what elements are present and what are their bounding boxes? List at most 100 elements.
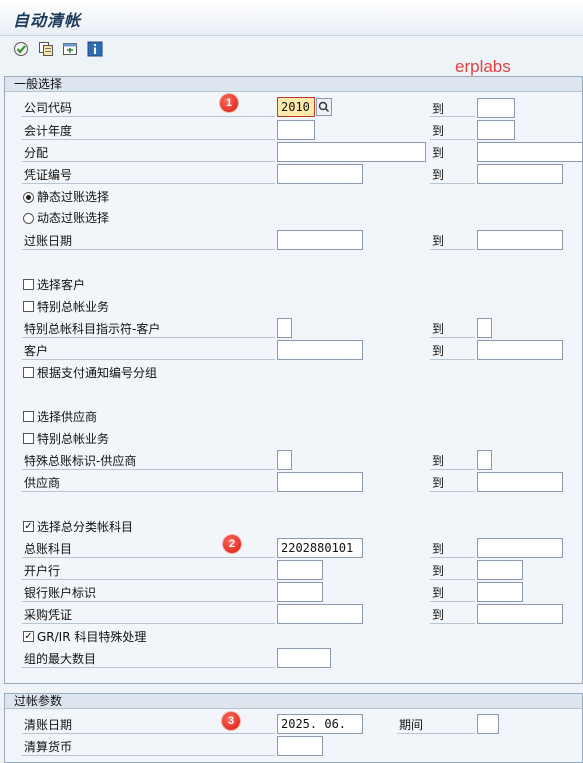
- clearing-currency-label: 清算货币: [24, 740, 73, 754]
- grir-special-checkbox[interactable]: ✓: [23, 631, 34, 642]
- posting-date-label: 过账日期: [24, 234, 73, 248]
- divider: [22, 755, 275, 756]
- document-number-from-input[interactable]: [277, 164, 363, 184]
- clearing-date-input[interactable]: 2025. 06. 30: [277, 714, 363, 749]
- to-label: 到: [432, 102, 445, 116]
- fiscal-year-from-input[interactable]: [277, 120, 315, 140]
- clearing-date-label: 清账日期: [24, 718, 73, 732]
- vendor-special-gl-ind-to-input[interactable]: [477, 450, 492, 470]
- divider: [430, 337, 475, 338]
- divider: [22, 161, 275, 162]
- divider: [22, 733, 275, 734]
- static-selection-label: 静态过账选择: [37, 190, 110, 204]
- vendor-special-gl-ind-from-input[interactable]: [277, 450, 292, 470]
- house-bank-to-input[interactable]: [477, 560, 523, 580]
- step-marker-2: 2: [223, 535, 241, 553]
- customer-from-input[interactable]: [277, 340, 363, 360]
- customer-to-input[interactable]: [477, 340, 563, 360]
- title-bar: 自动清帐: [0, 0, 583, 36]
- to-label: 到: [432, 586, 445, 600]
- vendor-special-gl-ind-label: 特殊总账标识-供应商: [24, 454, 137, 468]
- company-code-label: 公司代码: [24, 101, 73, 115]
- group-title: 过帐参数: [5, 694, 582, 709]
- company-code-from-input[interactable]: 2010: [277, 97, 315, 117]
- select-gl-accounts-label: 选择总分类帐科目: [37, 520, 134, 534]
- select-customers-checkbox[interactable]: [23, 279, 34, 290]
- divider: [22, 183, 275, 184]
- info-icon[interactable]: [87, 41, 103, 57]
- vendor-from-input[interactable]: [277, 472, 363, 492]
- copy-variant-icon[interactable]: [38, 41, 54, 57]
- customer-special-gl-checkbox[interactable]: [23, 301, 34, 312]
- select-customers-label: 选择客户: [37, 278, 86, 292]
- search-help-button[interactable]: [316, 98, 332, 116]
- posting-date-from-input[interactable]: [277, 230, 363, 250]
- customer-special-gl-ind-from-input[interactable]: [277, 318, 292, 338]
- purchasing-document-to-input[interactable]: [477, 604, 563, 624]
- vendor-special-gl-label: 特别总帐业务: [37, 432, 110, 446]
- divider: [430, 359, 475, 360]
- gl-account-label: 总账科目: [24, 542, 73, 556]
- select-gl-accounts-checkbox[interactable]: ✓: [23, 521, 34, 532]
- document-number-label: 凭证编号: [24, 168, 73, 182]
- house-bank-from-input[interactable]: [277, 560, 323, 580]
- fiscal-year-label: 会计年度: [24, 124, 73, 138]
- group-by-payment-advice-checkbox[interactable]: [23, 367, 34, 378]
- selection-options-icon[interactable]: [62, 41, 78, 57]
- gl-account-to-input[interactable]: [477, 538, 563, 558]
- divider: [22, 359, 275, 360]
- divider: [22, 667, 275, 668]
- window-title: 自动清帐: [13, 11, 82, 30]
- account-id-label: 银行账户标识: [24, 586, 97, 600]
- divider: [22, 491, 275, 492]
- to-label: 到: [432, 234, 445, 248]
- to-label: 到: [432, 146, 445, 160]
- max-groups-label: 组的最大数目: [24, 652, 97, 666]
- divider: [22, 139, 275, 140]
- assignment-label: 分配: [24, 146, 49, 160]
- gl-account-from-input[interactable]: 2202880101: [277, 538, 363, 558]
- posting-date-to-input[interactable]: [477, 230, 563, 250]
- vendor-special-gl-checkbox[interactable]: [23, 433, 34, 444]
- max-groups-input[interactable]: [277, 648, 331, 668]
- to-label: 到: [432, 476, 445, 490]
- divider: [22, 249, 275, 250]
- select-vendors-label: 选择供应商: [37, 410, 98, 424]
- company-code-to-input[interactable]: [477, 98, 515, 118]
- fiscal-year-to-input[interactable]: [477, 120, 515, 140]
- execute-icon[interactable]: [13, 41, 29, 57]
- to-label: 到: [432, 608, 445, 622]
- dynamic-selection-radio[interactable]: [23, 213, 34, 224]
- dynamic-selection-label: 动态过账选择: [37, 211, 110, 225]
- divider: [430, 249, 475, 250]
- grir-special-label: GR/IR 科目特殊处理: [37, 630, 147, 644]
- to-label: 到: [432, 322, 445, 336]
- divider: [22, 557, 275, 558]
- group-title: 一般选择: [5, 77, 582, 92]
- customer-label: 客户: [24, 344, 49, 358]
- divider: [430, 491, 475, 492]
- document-number-to-input[interactable]: [477, 164, 563, 184]
- assignment-from-input[interactable]: [277, 142, 426, 162]
- static-selection-radio[interactable]: [23, 192, 34, 203]
- to-label: 到: [432, 542, 445, 556]
- divider: [22, 337, 275, 338]
- divider: [22, 469, 275, 470]
- period-input[interactable]: [477, 714, 499, 734]
- customer-special-gl-ind-to-input[interactable]: [477, 318, 492, 338]
- to-label: 到: [432, 124, 445, 138]
- assignment-to-input[interactable]: [477, 142, 583, 162]
- to-label: 到: [432, 168, 445, 182]
- step-marker-3: 3: [222, 712, 240, 730]
- purchasing-document-label: 采购凭证: [24, 608, 73, 622]
- divider: [397, 733, 475, 734]
- divider: [430, 139, 475, 140]
- house-bank-label: 开户行: [24, 564, 61, 578]
- clearing-currency-input[interactable]: [277, 736, 323, 756]
- divider: [430, 557, 475, 558]
- account-id-from-input[interactable]: [277, 582, 323, 602]
- vendor-to-input[interactable]: [477, 472, 563, 492]
- select-vendors-checkbox[interactable]: [23, 411, 34, 422]
- account-id-to-input[interactable]: [477, 582, 523, 602]
- purchasing-document-from-input[interactable]: [277, 604, 363, 624]
